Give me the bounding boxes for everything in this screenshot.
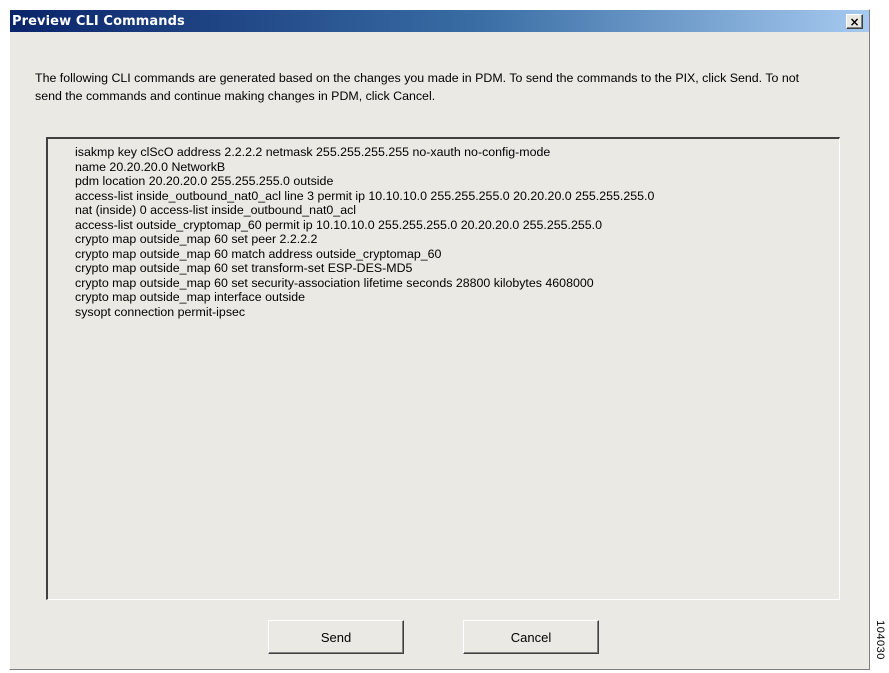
title-bar[interactable]: Preview CLI Commands × xyxy=(10,10,869,32)
command-line: access-list outside_cryptomap_60 permit … xyxy=(75,217,602,232)
send-button[interactable]: Send xyxy=(268,620,404,654)
dialog-title: Preview CLI Commands xyxy=(12,13,185,29)
cli-commands-textbox[interactable]: isakmp key clScO address 2.2.2.2 netmask… xyxy=(46,137,840,600)
instructions-text: The following CLI commands are generated… xyxy=(35,71,800,103)
close-icon[interactable]: × xyxy=(846,14,863,29)
preview-cli-dialog: Preview CLI Commands × The following CLI… xyxy=(9,9,870,670)
figure-id-text: 104030 xyxy=(874,620,886,660)
command-line: isakmp key clScO address 2.2.2.2 netmask… xyxy=(75,145,551,159)
command-line: crypto map outside_map 60 set transform-… xyxy=(75,261,413,275)
command-line: crypto map outside_map 60 match address … xyxy=(75,246,442,261)
command-line: crypto map outside_map 60 set peer 2.2.2… xyxy=(75,232,318,246)
command-line: crypto map outside_map interface outside xyxy=(75,290,306,304)
command-line: access-list inside_outbound_nat0_acl lin… xyxy=(75,188,655,203)
command-line: sysopt connection permit-ipsec xyxy=(75,304,246,319)
command-line: pdm location 20.20.20.0 255.255.255.0 ou… xyxy=(75,174,334,188)
command-line: nat (inside) 0 access-list inside_outbou… xyxy=(75,203,357,217)
figure-id-label: 104030 xyxy=(872,611,888,669)
command-line: crypto map outside_map 60 set security-a… xyxy=(75,275,594,290)
command-line: name 20.20.20.0 NetworkB xyxy=(75,159,226,174)
cancel-button[interactable]: Cancel xyxy=(463,620,599,654)
